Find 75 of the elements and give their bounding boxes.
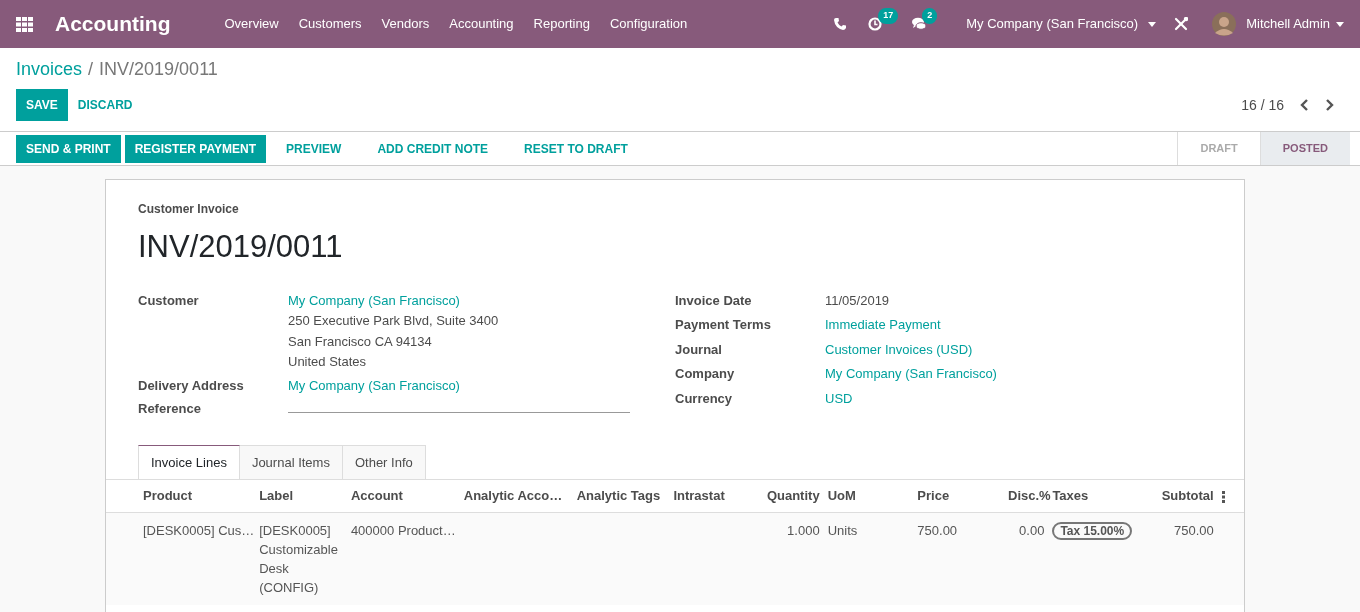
- apps-grid-icon[interactable]: [16, 16, 33, 32]
- column-header[interactable]: Label: [255, 479, 347, 512]
- document-type: Customer Invoice: [138, 201, 240, 218]
- field-link[interactable]: Customer Invoices (USD): [825, 339, 973, 359]
- field-label: Invoice Date: [675, 291, 753, 310]
- phone-icon[interactable]: [834, 18, 847, 30]
- field-label: Payment Terms: [675, 316, 772, 334]
- field-link[interactable]: My Company (San Francisco): [288, 375, 460, 395]
- user-menu[interactable]: Mitchell Admin: [1236, 14, 1336, 34]
- message-count: 2: [922, 8, 938, 24]
- action-button[interactable]: REGISTER PAYMENT: [124, 134, 267, 163]
- discard-button[interactable]: DISCARD: [67, 89, 143, 121]
- menu-item[interactable]: Customers: [288, 14, 372, 34]
- company-switcher[interactable]: My Company (San Francisco): [956, 14, 1149, 34]
- tax-tag: Tax 15.00%: [1052, 521, 1133, 540]
- pager-value: 16 / 16: [1241, 95, 1284, 115]
- column-header[interactable]: Intrastat: [669, 479, 751, 512]
- table-cell-text: [DESK0005] Customizable Desk (CONFIG): [259, 521, 339, 597]
- chevron-right-icon[interactable]: [1325, 99, 1334, 111]
- field-label: Journal: [675, 340, 723, 359]
- menu-item[interactable]: Accounting: [439, 14, 524, 34]
- field-link[interactable]: Immediate Payment: [825, 315, 941, 335]
- column-header[interactable]: Analytic Acco…: [459, 479, 573, 512]
- address-line: United States: [288, 353, 368, 371]
- breadcrumb-current: INV/2019/0011: [99, 58, 218, 81]
- field-link[interactable]: My Company (San Francisco): [288, 290, 499, 310]
- menu-item[interactable]: Configuration: [599, 14, 698, 34]
- table-cell: 750.00: [1173, 522, 1214, 538]
- caret-icon: [1148, 21, 1157, 27]
- invoice-number: INV/2019/0011: [138, 228, 344, 266]
- table-cell: 750.00: [917, 522, 958, 538]
- column-header[interactable]: UoM: [823, 479, 914, 512]
- table-cell: 400000 Product…: [350, 522, 456, 538]
- column-header[interactable]: Account: [346, 479, 460, 512]
- action-button[interactable]: SEND & PRINT: [16, 134, 121, 163]
- table-cell: [DESK0005] Cus…: [143, 522, 255, 538]
- form-tab[interactable]: Invoice Lines: [138, 444, 240, 479]
- menu-item[interactable]: Reporting: [523, 14, 600, 34]
- status-step[interactable]: POSTED: [1259, 132, 1350, 165]
- column-header[interactable]: Analytic Tags: [572, 479, 670, 512]
- form-tab[interactable]: Journal Items: [239, 444, 343, 479]
- column-header[interactable]: Price: [913, 479, 1005, 512]
- field-label: Delivery Address: [138, 376, 245, 395]
- field-value: 11/05/2019: [825, 291, 890, 310]
- kebab-menu-icon[interactable]: [1221, 490, 1225, 503]
- menu-item[interactable]: Overview: [214, 14, 289, 34]
- action-button[interactable]: PREVIEW: [270, 134, 358, 163]
- column-header[interactable]: Disc.%: [1004, 479, 1049, 512]
- field-link[interactable]: My Company (San Francisco): [825, 364, 997, 384]
- table-cell: 1.000: [787, 522, 820, 538]
- activity-count: 17: [878, 8, 899, 24]
- action-button[interactable]: ADD CREDIT NOTE: [361, 134, 505, 163]
- tools-icon[interactable]: [1174, 17, 1189, 31]
- table-cell: Units: [827, 522, 858, 538]
- column-header[interactable]: Subtotal: [1144, 479, 1218, 512]
- field-link[interactable]: USD: [825, 388, 853, 408]
- app-name: Accounting: [55, 11, 171, 38]
- column-header[interactable]: Quantity: [750, 479, 824, 512]
- field-label: Company: [675, 365, 736, 383]
- address-line: 250 Executive Park Blvd, Suite 3400: [288, 312, 499, 330]
- action-button[interactable]: RESET TO DRAFT: [508, 134, 644, 163]
- breadcrumb-separator: /: [88, 58, 94, 81]
- column-header[interactable]: Product: [106, 479, 256, 512]
- chevron-left-icon[interactable]: [1300, 99, 1309, 111]
- form-tab[interactable]: Other Info: [342, 444, 426, 479]
- clock-icon[interactable]: [868, 17, 883, 31]
- field-label: Customer: [138, 291, 200, 310]
- menu-item[interactable]: Vendors: [371, 14, 440, 34]
- address-line: San Francisco CA 94134: [288, 332, 433, 351]
- field-label: Reference: [138, 400, 202, 418]
- caret-icon: [1336, 21, 1344, 27]
- breadcrumb-link[interactable]: Invoices: [16, 56, 83, 83]
- table-cell: 0.00: [1019, 522, 1045, 538]
- save-button[interactable]: SAVE: [16, 89, 68, 121]
- field-label: Currency: [675, 389, 734, 408]
